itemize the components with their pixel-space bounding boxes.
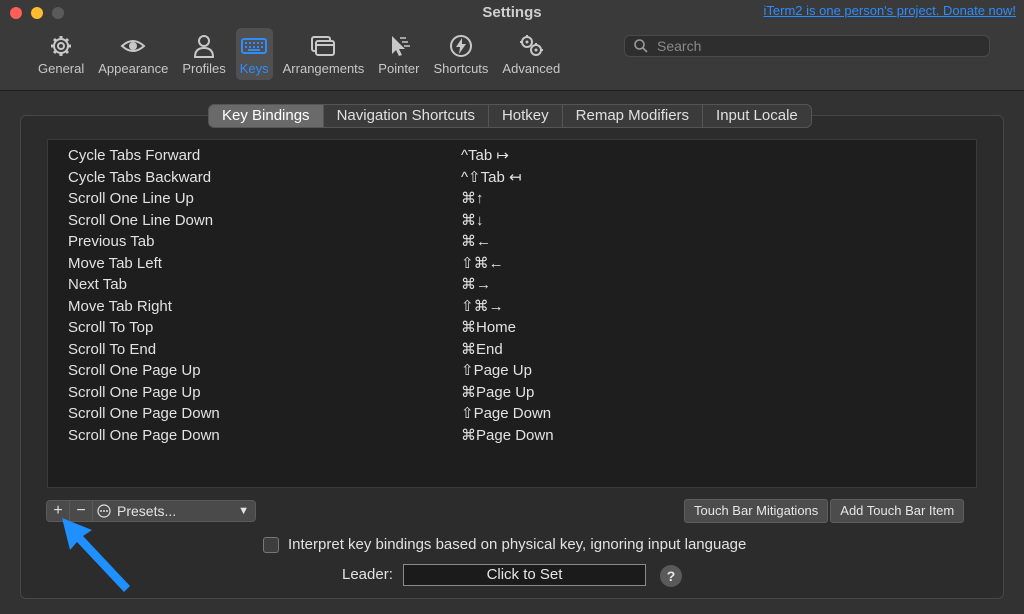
annotation-arrow-icon xyxy=(62,518,130,592)
binding-action: Scroll One Page Up xyxy=(68,383,201,401)
binding-action: Scroll One Page Up xyxy=(68,362,201,379)
title-bar: Settings iTerm2 is one person's project.… xyxy=(0,0,1024,91)
leader-label: Leader: xyxy=(342,566,393,583)
tab-remap-modifiers[interactable]: Remap Modifiers xyxy=(563,105,704,127)
binding-action: Scroll One Page Down xyxy=(68,405,220,422)
search-input[interactable] xyxy=(655,37,979,55)
help-button[interactable]: ? xyxy=(660,565,682,587)
keyboard-icon xyxy=(241,38,268,54)
add-touch-bar-item-button[interactable]: Add Touch Bar Item xyxy=(830,499,965,523)
physical-key-label: Interpret key bindings based on physical… xyxy=(288,536,747,553)
binding-shortcut: ^⇧Tab ↤ xyxy=(461,168,522,186)
table-row[interactable]: Scroll One Line Down ⌘↓ xyxy=(68,210,958,231)
search-icon xyxy=(634,39,648,53)
touch-bar-mitigations-button[interactable]: Touch Bar Mitigations xyxy=(684,499,829,523)
table-row[interactable]: Scroll One Page Down ⌘Page Down xyxy=(68,425,958,446)
toolbar-item-label: Keys xyxy=(239,61,269,76)
binding-shortcut: ⌘← xyxy=(461,233,491,250)
windows-icon xyxy=(311,36,336,56)
toolbar-item-label: Pointer xyxy=(378,61,420,76)
binding-shortcut: ⌘↓ xyxy=(461,211,484,229)
table-row[interactable]: Move Tab Right ⇧⌘→ xyxy=(68,296,958,317)
toolbar: General Appearance Profiles Keys Arrange… xyxy=(34,28,570,82)
table-row[interactable]: Scroll One Line Up ⌘↑ xyxy=(68,188,958,209)
binding-action: Cycle Tabs Backward xyxy=(68,168,212,186)
eye-icon xyxy=(120,40,146,52)
binding-shortcut: ⇧⌘→ xyxy=(461,297,504,315)
binding-action: Scroll One Line Down xyxy=(68,211,214,229)
gear-icon xyxy=(51,36,72,56)
table-row[interactable]: Cycle Tabs Backward ^⇧Tab ↤ xyxy=(68,167,958,188)
toolbar-item-label: General xyxy=(38,61,85,76)
binding-shortcut: ⇧Page Down xyxy=(461,405,552,422)
table-row[interactable]: Scroll One Page Up ⌘Page Up xyxy=(68,382,958,403)
toolbar-item-appearance[interactable]: Appearance xyxy=(94,28,172,80)
table-row[interactable]: Scroll One Page Down ⇧Page Down xyxy=(68,403,958,424)
cursor-icon xyxy=(391,36,410,56)
settings-window: Settings iTerm2 is one person's project.… xyxy=(0,0,1024,614)
table-row[interactable]: Scroll To End ⌘End xyxy=(68,339,958,360)
toolbar-item-label: Profiles xyxy=(182,61,226,76)
binding-action: Scroll To Top xyxy=(68,319,154,336)
binding-shortcut: ⌘Home xyxy=(461,319,517,336)
preferences-tabs: Key Bindings Navigation Shortcuts Hotkey… xyxy=(208,104,812,128)
donate-link[interactable]: iTerm2 is one person's project. Donate n… xyxy=(764,3,1017,18)
binding-action: Next Tab xyxy=(68,276,127,293)
binding-shortcut: ⌘→ xyxy=(461,276,491,293)
gears-icon xyxy=(520,35,544,56)
binding-action: Scroll One Line Up xyxy=(68,190,194,207)
table-row[interactable]: Scroll One Page Up ⇧Page Up xyxy=(68,360,958,381)
toolbar-item-shortcuts[interactable]: Shortcuts xyxy=(430,28,493,80)
toolbar-item-label: Advanced xyxy=(502,61,561,76)
binding-shortcut: ⌘Page Down xyxy=(461,426,554,444)
physical-key-option[interactable]: Interpret key bindings based on physical… xyxy=(263,536,746,553)
leader-key-field[interactable]: Click to Set xyxy=(403,564,646,586)
toolbar-item-keys[interactable]: Keys xyxy=(235,28,273,80)
toolbar-item-profiles[interactable]: Profiles xyxy=(178,28,229,80)
table-row[interactable]: Move Tab Left ⇧⌘← xyxy=(68,253,958,274)
binding-shortcut: ⌘↑ xyxy=(461,190,484,207)
binding-action: Scroll One Page Down xyxy=(68,426,220,444)
binding-shortcut: ^Tab ↦ xyxy=(461,147,509,164)
search-box[interactable] xyxy=(624,35,990,57)
bolt-icon xyxy=(449,35,472,57)
table-row[interactable]: Next Tab ⌘→ xyxy=(68,274,958,295)
table-row[interactable]: Scroll To Top ⌘Home xyxy=(68,317,958,338)
binding-action: Move Tab Left xyxy=(68,254,162,272)
binding-action: Cycle Tabs Forward xyxy=(68,147,201,164)
tab-key-bindings[interactable]: Key Bindings xyxy=(209,105,324,127)
table-row[interactable]: Previous Tab ⌘← xyxy=(68,231,958,252)
binding-shortcut: ⇧⌘← xyxy=(461,254,504,272)
binding-action: Scroll To End xyxy=(68,340,157,358)
toolbar-item-label: Appearance xyxy=(98,61,169,76)
toolbar-item-label: Shortcuts xyxy=(433,61,489,76)
chevron-down-icon: ▼ xyxy=(238,505,249,517)
toolbar-item-pointer[interactable]: Pointer xyxy=(374,28,423,80)
binding-shortcut: ⌘Page Up xyxy=(461,383,535,401)
key-bindings-table[interactable]: Cycle Tabs Forward ^Tab ↦ Cycle Tabs Back… xyxy=(47,139,977,488)
binding-shortcut: ⇧Page Up xyxy=(461,362,532,379)
physical-key-checkbox[interactable] xyxy=(263,536,279,553)
toolbar-item-arrangements[interactable]: Arrangements xyxy=(279,28,369,80)
toolbar-item-label: Arrangements xyxy=(282,61,365,76)
tab-navigation-shortcuts[interactable]: Navigation Shortcuts xyxy=(324,105,489,127)
tab-input-locale[interactable]: Input Locale xyxy=(703,105,811,127)
tab-hotkey[interactable]: Hotkey xyxy=(489,105,563,127)
toolbar-item-advanced[interactable]: Advanced xyxy=(498,28,564,80)
toolbar-item-general[interactable]: General xyxy=(34,28,88,80)
person-icon xyxy=(194,35,215,58)
binding-action: Move Tab Right xyxy=(68,297,172,315)
table-row[interactable]: Cycle Tabs Forward ^Tab ↦ xyxy=(68,145,958,166)
binding-action: Previous Tab xyxy=(68,233,155,250)
binding-shortcut: ⌘End xyxy=(461,340,503,358)
touch-bar-controls: Touch Bar Mitigations Add Touch Bar Item xyxy=(684,499,966,523)
